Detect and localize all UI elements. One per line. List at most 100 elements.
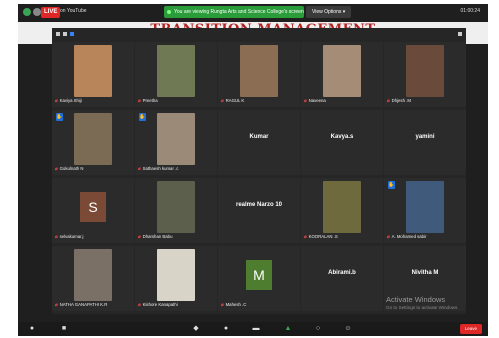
participant-video xyxy=(406,181,444,233)
participant-tile[interactable]: ✋ ⌀ Sathaesh kumar .c xyxy=(135,110,217,175)
reactions-icon[interactable]: ☺ xyxy=(344,325,352,333)
chat-icon[interactable]: ▬ xyxy=(252,325,260,333)
muted-mic-icon: ⌀ xyxy=(387,234,390,239)
muted-mic-icon: ⌀ xyxy=(221,98,224,103)
participant-video xyxy=(74,249,112,301)
microphone-icon[interactable]: ● xyxy=(28,325,36,333)
participant-tile[interactable]: realme Narzo 10 xyxy=(218,178,300,243)
view-options-button[interactable]: View Options ▾ xyxy=(306,6,352,18)
participant-name-label: ⌀ Sathaesh kumar .c xyxy=(138,166,178,172)
meeting-controls-bar: ● ■ ◆ ● ▬ ▲ ○ ☺ Leave xyxy=(18,322,488,336)
security-icon[interactable]: ◆ xyxy=(192,325,200,333)
participant-tile[interactable]: Kumar xyxy=(218,110,300,175)
muted-mic-icon: ⌀ xyxy=(55,166,58,171)
activate-windows-title: Activate Windows xyxy=(386,295,446,304)
gallery-toolbar xyxy=(52,28,466,40)
leave-meeting-button[interactable]: Leave xyxy=(459,324,482,334)
participant-tile[interactable]: S ⌀ selvakumar.j xyxy=(52,178,134,243)
minimize-icon[interactable] xyxy=(56,32,60,36)
participant-tile[interactable]: ✋ ⌀ Gokulnath N xyxy=(52,110,134,175)
participant-tile[interactable]: M ⌀ Mahesh .C xyxy=(218,246,300,311)
participant-name-label: ⌀ KOORALAN .S xyxy=(304,234,338,240)
participant-tile[interactable]: ⌀ Kishore Kanapathi xyxy=(135,246,217,311)
participant-name: selvakumar.j xyxy=(59,234,84,239)
video-camera-icon[interactable]: ■ xyxy=(60,325,68,333)
participant-tile[interactable]: ⌀ KOORALAN .S xyxy=(301,178,383,243)
fullscreen-icon[interactable] xyxy=(458,32,462,36)
muted-mic-icon: ⌀ xyxy=(55,234,58,239)
muted-mic-icon: ⌀ xyxy=(55,302,58,307)
participant-display-name: realme Narzo 10 xyxy=(235,202,283,208)
participant-name-label: ⌀ Dharshan Babu xyxy=(138,234,172,240)
speaker-view-icon[interactable] xyxy=(63,32,67,36)
share-banner-text: You are viewing Rungta Arts and Science … xyxy=(174,9,304,15)
participant-tile[interactable]: ⌀ Kaviya Shiji xyxy=(52,42,134,107)
participant-name: A. Mohamed sabir xyxy=(391,234,427,239)
participant-video xyxy=(74,45,112,97)
participant-tile[interactable]: Abirami.b xyxy=(301,246,383,311)
participant-name: KOORALAN .S xyxy=(308,234,338,239)
participant-name-label: ⌀ Dhjesh .M xyxy=(387,98,411,104)
participant-display-name: yamini xyxy=(415,134,435,140)
participant-tile[interactable]: Kavya.s xyxy=(301,110,383,175)
record-icon[interactable]: ○ xyxy=(314,325,322,333)
participant-display-name: Kumar xyxy=(249,134,269,140)
participant-name: NATHA GANAPATHI K.R xyxy=(59,302,108,307)
participant-name-label: ⌀ Kishore Kanapathi xyxy=(138,302,178,308)
info-icon[interactable] xyxy=(33,8,41,16)
participant-tile[interactable]: ⌀ Naveena xyxy=(301,42,383,107)
share-screen-icon[interactable]: ▲ xyxy=(284,325,292,333)
raised-hand-icon: ✋ xyxy=(139,113,146,121)
participant-name-label: ⌀ Preetha xyxy=(138,98,158,104)
avatar: S xyxy=(80,192,106,222)
shield-icon[interactable] xyxy=(23,8,31,16)
meeting-window: TRANSITION MANAGEMENT LIVE on YouTube Yo… xyxy=(18,4,488,322)
participants-icon[interactable]: ● xyxy=(222,325,230,333)
participant-video xyxy=(157,113,195,165)
participant-name-label: ⌀ NATHA GANAPATHI K.R xyxy=(55,302,107,308)
participant-name: Sathaesh kumar .c xyxy=(142,166,179,171)
participant-name-label: ⌀ A. Mohamed sabir xyxy=(387,234,426,240)
participant-name: RAGUL K xyxy=(225,98,245,103)
participant-tile[interactable]: ✋ ⌀ A. Mohamed sabir xyxy=(384,178,466,243)
activate-windows-subtitle: Go to Settings to activate Windows. xyxy=(386,305,459,310)
participant-display-name: Abirami.b xyxy=(328,270,356,276)
participant-name: Naveena xyxy=(308,98,326,103)
participant-tile[interactable]: ⌀ NATHA GANAPATHI K.R xyxy=(52,246,134,311)
gallery-view-icon[interactable] xyxy=(70,32,74,36)
participant-video xyxy=(157,249,195,301)
muted-mic-icon: ⌀ xyxy=(387,98,390,103)
participant-display-name: Kavya.s xyxy=(330,134,354,140)
raised-hand-icon: ✋ xyxy=(56,113,63,121)
participant-name-label: ⌀ Gokulnath N xyxy=(55,166,83,172)
participant-tile[interactable]: ⌀ Dhjesh .M xyxy=(384,42,466,107)
participant-name: Dharshan Babu xyxy=(142,234,173,239)
participant-name-label: ⌀ Naveena xyxy=(304,98,326,104)
share-indicator-icon xyxy=(167,10,171,14)
participant-tile[interactable]: yamini xyxy=(384,110,466,175)
avatar: M xyxy=(246,260,272,290)
live-stream-text: on YouTube xyxy=(60,8,87,14)
participant-name: Kaviya Shiji xyxy=(59,98,82,103)
participant-video xyxy=(240,45,278,97)
participant-name: Dhjesh .M xyxy=(391,98,411,103)
muted-mic-icon: ⌀ xyxy=(138,166,141,171)
muted-mic-icon: ⌀ xyxy=(55,98,58,103)
participant-name-label: ⌀ selvakumar.j xyxy=(55,234,83,240)
participant-tile[interactable]: ⌀ Preetha xyxy=(135,42,217,107)
raised-hand-icon: ✋ xyxy=(388,181,395,189)
participant-video xyxy=(157,45,195,97)
participant-name: Gokulnath N xyxy=(59,166,84,171)
muted-mic-icon: ⌀ xyxy=(304,98,307,103)
live-badge[interactable]: LIVE xyxy=(41,7,61,18)
participant-video xyxy=(406,45,444,97)
participant-tile[interactable]: ⌀ Dharshan Babu xyxy=(135,178,217,243)
muted-mic-icon: ⌀ xyxy=(304,234,307,239)
participant-tile[interactable]: ⌀ RAGUL K xyxy=(218,42,300,107)
muted-mic-icon: ⌀ xyxy=(221,302,224,307)
participant-name-label: ⌀ Kaviya Shiji xyxy=(55,98,82,104)
participant-video xyxy=(74,113,112,165)
participant-name: Kishore Kanapathi xyxy=(142,302,178,307)
screen-share-banner: You are viewing Rungta Arts and Science … xyxy=(164,6,304,18)
participant-name-label: ⌀ RAGUL K xyxy=(221,98,244,104)
